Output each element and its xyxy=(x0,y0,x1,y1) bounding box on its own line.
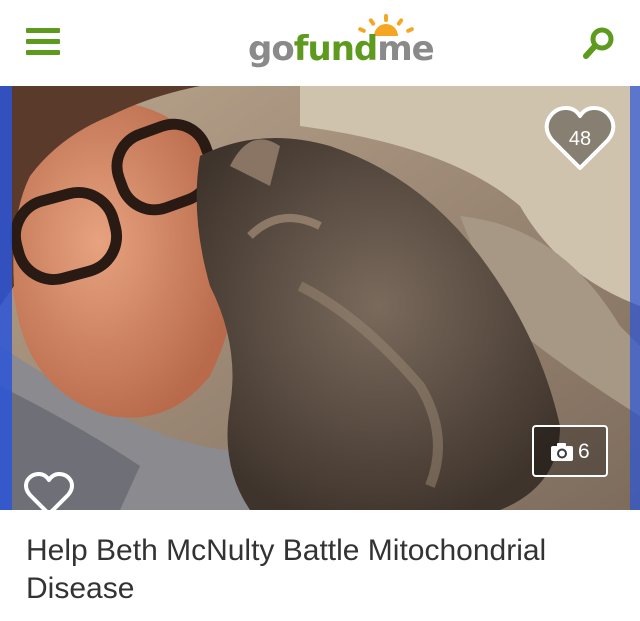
logo-go: go xyxy=(248,29,295,69)
photo-border-right xyxy=(630,86,640,510)
camera-icon xyxy=(551,443,573,461)
campaign-title[interactable]: Help Beth McNulty Battle Mitochondrial D… xyxy=(26,532,616,608)
photo-count-button[interactable]: 6 xyxy=(532,425,608,477)
heart-count: 48 xyxy=(568,128,592,150)
app-header: gofundme xyxy=(0,0,640,87)
photo-border-left xyxy=(0,86,12,510)
logo-me: me xyxy=(377,29,434,69)
favorite-heart-icon[interactable] xyxy=(24,472,74,510)
campaign-photo[interactable]: 48 6 xyxy=(0,86,640,510)
logo-wordmark: gofundme xyxy=(248,29,435,69)
heart-count-badge[interactable]: 48 xyxy=(542,104,618,174)
search-icon[interactable] xyxy=(582,26,616,60)
gofundme-logo[interactable]: gofundme xyxy=(248,14,435,72)
logo-fund: fund xyxy=(293,29,379,69)
photo-count: 6 xyxy=(578,440,590,463)
hamburger-menu-icon[interactable] xyxy=(26,28,60,56)
